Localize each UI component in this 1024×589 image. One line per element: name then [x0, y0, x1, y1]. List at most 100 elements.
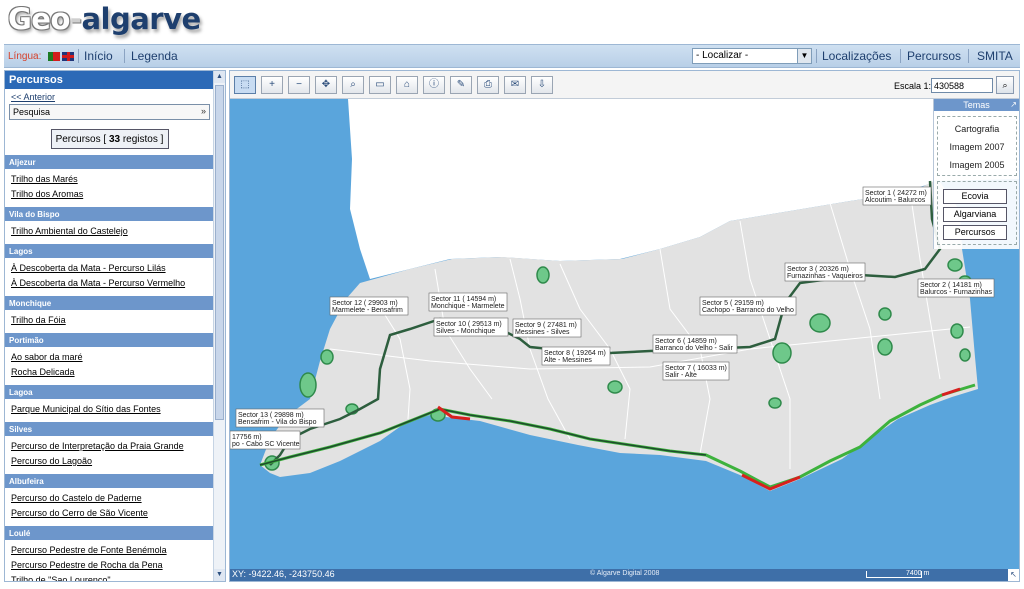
route-group-header: Albufeira: [5, 474, 214, 488]
sector-label-text: Furnazinhas - Vaqueiros: [787, 273, 863, 280]
search-dropdown[interactable]: Pesquisa »: [9, 104, 210, 120]
base-layer-option[interactable]: Cartografia: [938, 124, 1016, 134]
route-link[interactable]: Percurso do Cerro de São Vicente: [11, 508, 214, 518]
route-link[interactable]: Percurso de Interpretação da Praia Grand…: [11, 441, 214, 451]
route-groups: Aljezur Trilho das Marés Trilho dos Aromas…: [5, 155, 214, 581]
logo-algarve-text: algarve: [81, 2, 201, 36]
overlay-layer-toggle[interactable]: Ecovia: [943, 189, 1007, 204]
routes-link[interactable]: Percursos: [907, 49, 961, 63]
home-link[interactable]: Início: [84, 49, 113, 63]
smita-link[interactable]: SMITA: [977, 49, 1013, 63]
sector-label[interactable]: Sector 8 ( 19264 m)Alte - Messines: [541, 346, 611, 366]
route-link[interactable]: Trilho das Marés: [11, 174, 214, 184]
route-group: Aljezur Trilho das Marés Trilho dos Aromas: [5, 155, 214, 201]
sidebar-content: << Anterior Pesquisa » Percursos [ 33 re…: [5, 89, 214, 581]
route-group: Vila do Bispo Trilho Ambiental do Castele…: [5, 207, 214, 238]
locate-select-value: - Localizar -: [696, 50, 749, 61]
export-icon[interactable]: ⇩: [531, 76, 553, 94]
overlay-layers: Ecovia Algarviana Percursos: [937, 181, 1017, 245]
locate-select[interactable]: - Localizar - ▼: [692, 48, 812, 64]
route-group: Lagos À Descoberta da Mata - Percurso Lil…: [5, 244, 214, 290]
nav-divider: [124, 49, 125, 63]
locations-link[interactable]: Localizações: [822, 49, 891, 63]
resize-icon[interactable]: ↖: [1008, 569, 1019, 581]
route-link[interactable]: À Descoberta da Mata - Percurso Vermelho: [11, 278, 214, 288]
base-layers: Cartografia Imagem 2007 Imagem 2005: [937, 116, 1017, 176]
back-link[interactable]: << Anterior: [11, 92, 214, 102]
sector-label[interactable]: Sector 1 ( 24272 m)Alcoutim - Balurcos: [862, 186, 932, 206]
sector-label[interactable]: Sector 5 ( 29159 m)Cachopo - Barranco do…: [699, 296, 797, 316]
nav-divider: [816, 49, 817, 63]
sector-label-text: Marmelete - Bensafrim: [332, 307, 403, 314]
language-label: Língua:: [8, 51, 42, 62]
zoom-area-icon[interactable]: ⌕: [342, 76, 364, 94]
base-layer-option[interactable]: Imagem 2005: [938, 160, 1016, 170]
route-link[interactable]: Percurso Pedestre de Fonte Benémola: [11, 545, 214, 555]
chevron-down-icon[interactable]: ▼: [797, 49, 811, 63]
route-link[interactable]: Trilho dos Aromas: [11, 189, 214, 199]
edit-icon[interactable]: ✎: [450, 76, 472, 94]
scale-bar-label: 7400 m: [906, 570, 930, 577]
route-group: Albufeira Percurso do Castelo de Paderne P…: [5, 474, 214, 520]
sector-label[interactable]: 17756 m)po - Cabo SC Vicente: [230, 430, 301, 450]
sector-label[interactable]: Sector 2 ( 14181 m)Balurcos - Furnazinha…: [917, 278, 995, 298]
app-window: Geo-algarve Língua: Início Legenda - Loc…: [0, 0, 1024, 589]
route-link[interactable]: Parque Municipal do Sítio das Fontes: [11, 404, 214, 414]
scroll-up-icon[interactable]: ▲: [214, 71, 225, 83]
pan-icon[interactable]: ✥: [315, 76, 337, 94]
sidebar-scrollbar[interactable]: ▲ ▼: [213, 71, 225, 581]
nav-divider: [78, 49, 79, 63]
route-group: Lagoa Parque Municipal do Sítio das Fonte…: [5, 385, 214, 416]
double-chevron-down-icon[interactable]: »: [201, 106, 206, 116]
route-link[interactable]: Rocha Delicada: [11, 367, 214, 377]
algarve-map[interactable]: Sector 1 ( 24272 m)Alcoutim - Balurcos Se…: [230, 99, 1019, 569]
scroll-down-icon[interactable]: ▼: [214, 569, 225, 581]
base-layer-option[interactable]: Imagem 2007: [938, 142, 1016, 152]
english-flag-icon[interactable]: [62, 52, 74, 61]
info-icon[interactable]: ⓘ: [423, 76, 445, 94]
route-link[interactable]: Trilho de "Sao Lourenco": [11, 575, 214, 581]
sector-label-text: po - Cabo SC Vicente: [232, 441, 300, 448]
scale-search-icon[interactable]: ⌕: [996, 76, 1014, 94]
geo-algarve-logo[interactable]: Geo-algarve: [8, 2, 201, 42]
home-view-icon[interactable]: ⌂: [396, 76, 418, 94]
sector-label[interactable]: Sector 7 ( 16033 m)Salir - Alte: [662, 361, 730, 381]
route-group-header: Lagoa: [5, 385, 214, 399]
route-link[interactable]: Trilho Ambiental do Castelejo: [11, 226, 214, 236]
themes-title: Temas: [934, 99, 1019, 111]
route-group-header: Aljezur: [5, 155, 214, 169]
zoom-out-icon[interactable]: −: [288, 76, 310, 94]
route-link[interactable]: Ao sabor da maré: [11, 352, 214, 362]
route-group-header: Monchique: [5, 296, 214, 310]
route-link[interactable]: Percurso do Castelo de Paderne: [11, 493, 214, 503]
route-link[interactable]: Percurso do Lagoão: [11, 456, 214, 466]
print-icon[interactable]: ⎙: [477, 76, 499, 94]
scrollbar-thumb[interactable]: [215, 85, 224, 420]
select-tool-icon[interactable]: ⬚: [234, 76, 256, 94]
route-link[interactable]: Percurso Pedestre de Rocha da Pena: [11, 560, 214, 570]
route-group-header: Vila do Bispo: [5, 207, 214, 221]
map-panel: Escala 1: ⌕ ⬚ +−✥ ⌕ ▭ ⌂ ⓘ ✎ ⎙ ✉ ⇩: [229, 70, 1020, 582]
scale-label: Escala 1:: [894, 81, 932, 91]
sector-label[interactable]: Sector 12 ( 29903 m)Marmelete - Bensafri…: [329, 296, 409, 316]
sector-label-text: Salir - Alte: [665, 372, 697, 379]
sector-label[interactable]: Sector 3 ( 20326 m)Furnazinhas - Vaqueir…: [784, 262, 866, 282]
legend-link[interactable]: Legenda: [131, 49, 178, 63]
sector-label-text: Messines - Silves: [515, 329, 570, 336]
overlay-layer-toggle[interactable]: Algarviana: [943, 207, 1007, 222]
nav-divider: [968, 49, 969, 63]
sector-label[interactable]: Sector 13 ( 29898 m)Bensafrim - Vila do …: [235, 408, 325, 428]
overlay-layer-toggle[interactable]: Percursos: [943, 225, 1007, 240]
scale-input[interactable]: [931, 78, 993, 93]
zoom-in-icon[interactable]: +: [261, 76, 283, 94]
sector-label[interactable]: Sector 11 ( 14594 m)Monchique - Marmelet…: [428, 292, 508, 312]
route-link[interactable]: À Descoberta da Mata - Percurso Lilás: [11, 263, 214, 273]
sector-label[interactable]: Sector 6 ( 14859 m)Barranco do Velho - S…: [652, 334, 738, 354]
email-icon[interactable]: ✉: [504, 76, 526, 94]
panel-collapse-icon[interactable]: ↗: [1010, 100, 1017, 109]
sector-label[interactable]: Sector 10 ( 29513 m)Silves - Monchique: [433, 317, 509, 337]
route-link[interactable]: Trilho da Fóia: [11, 315, 214, 325]
portuguese-flag-icon[interactable]: [48, 52, 60, 61]
measure-icon[interactable]: ▭: [369, 76, 391, 94]
sector-label[interactable]: Sector 9 ( 27481 m)Messines - Silves: [512, 318, 582, 338]
